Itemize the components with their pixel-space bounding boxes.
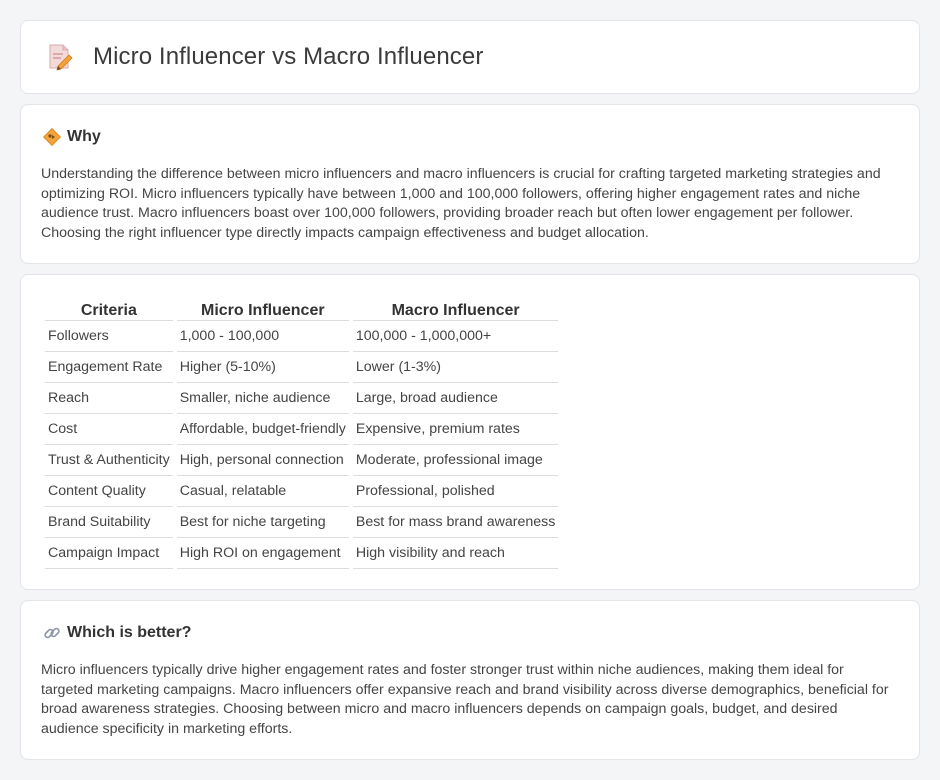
- diamond-sign-icon: [43, 128, 61, 146]
- better-text: Micro influencers typically drive higher…: [41, 662, 889, 737]
- cell-criteria: Followers: [45, 321, 173, 352]
- cell-macro: Best for mass brand awareness: [352, 507, 559, 538]
- header-criteria: Criteria: [45, 295, 173, 321]
- table-row: Followers 1,000 - 100,000 100,000 - 1,00…: [45, 321, 559, 352]
- table-row: Brand Suitability Best for niche targeti…: [45, 507, 559, 538]
- cell-criteria: Engagement Rate: [45, 352, 173, 383]
- better-header: Which is better?: [43, 624, 191, 642]
- cell-macro: Expensive, premium rates: [352, 414, 559, 445]
- cell-criteria: Trust & Authenticity: [45, 445, 173, 476]
- cell-macro: Lower (1-3%): [352, 352, 559, 383]
- table-row: Cost Affordable, budget-friendly Expensi…: [45, 414, 559, 445]
- table-row: Content Quality Casual, relatable Profes…: [45, 476, 559, 507]
- cell-macro: Moderate, professional image: [352, 445, 559, 476]
- link-icon: [44, 627, 60, 639]
- cell-micro: Affordable, budget-friendly: [176, 414, 349, 445]
- why-title: Why: [67, 128, 101, 145]
- cell-macro: High visibility and reach: [352, 538, 559, 569]
- comparison-section: Criteria Micro Influencer Macro Influenc…: [20, 274, 920, 590]
- title-card: Micro Influencer vs Macro Influencer: [20, 20, 920, 94]
- cell-micro: Best for niche targeting: [176, 507, 349, 538]
- cell-criteria: Brand Suitability: [45, 507, 173, 538]
- table-row: Trust & Authenticity High, personal conn…: [45, 445, 559, 476]
- cell-criteria: Content Quality: [45, 476, 173, 507]
- cell-macro: Professional, polished: [352, 476, 559, 507]
- why-header: Why: [43, 128, 101, 146]
- cell-micro: Smaller, niche audience: [176, 383, 349, 414]
- cell-criteria: Reach: [45, 383, 173, 414]
- header-macro: Macro Influencer: [352, 295, 559, 321]
- table-header-row: Criteria Micro Influencer Macro Influenc…: [45, 295, 559, 321]
- table-row: Campaign Impact High ROI on engagement H…: [45, 538, 559, 569]
- cell-micro: Casual, relatable: [176, 476, 349, 507]
- document-pencil-icon: [49, 44, 73, 71]
- cell-criteria: Cost: [45, 414, 173, 445]
- cell-micro: High ROI on engagement: [176, 538, 349, 569]
- table-row: Reach Smaller, niche audience Large, bro…: [45, 383, 559, 414]
- cell-micro: Higher (5-10%): [176, 352, 349, 383]
- cell-micro: High, personal connection: [176, 445, 349, 476]
- comparison-table: Criteria Micro Influencer Macro Influenc…: [41, 295, 562, 569]
- cell-macro: Large, broad audience: [352, 383, 559, 414]
- cell-macro: 100,000 - 1,000,000+: [352, 321, 559, 352]
- cell-micro: 1,000 - 100,000: [176, 321, 349, 352]
- page-title: Micro Influencer vs Macro Influencer: [93, 43, 484, 70]
- cell-criteria: Campaign Impact: [45, 538, 173, 569]
- header-micro: Micro Influencer: [176, 295, 349, 321]
- title-row: Micro Influencer vs Macro Influencer: [47, 43, 483, 71]
- better-title: Which is better?: [67, 624, 192, 641]
- table-row: Engagement Rate Higher (5-10%) Lower (1-…: [45, 352, 559, 383]
- why-text: Understanding the difference between mic…: [41, 166, 881, 241]
- why-section: Why Understanding the difference between…: [20, 104, 920, 264]
- which-better-section: Which is better? Micro influencers typic…: [20, 600, 920, 760]
